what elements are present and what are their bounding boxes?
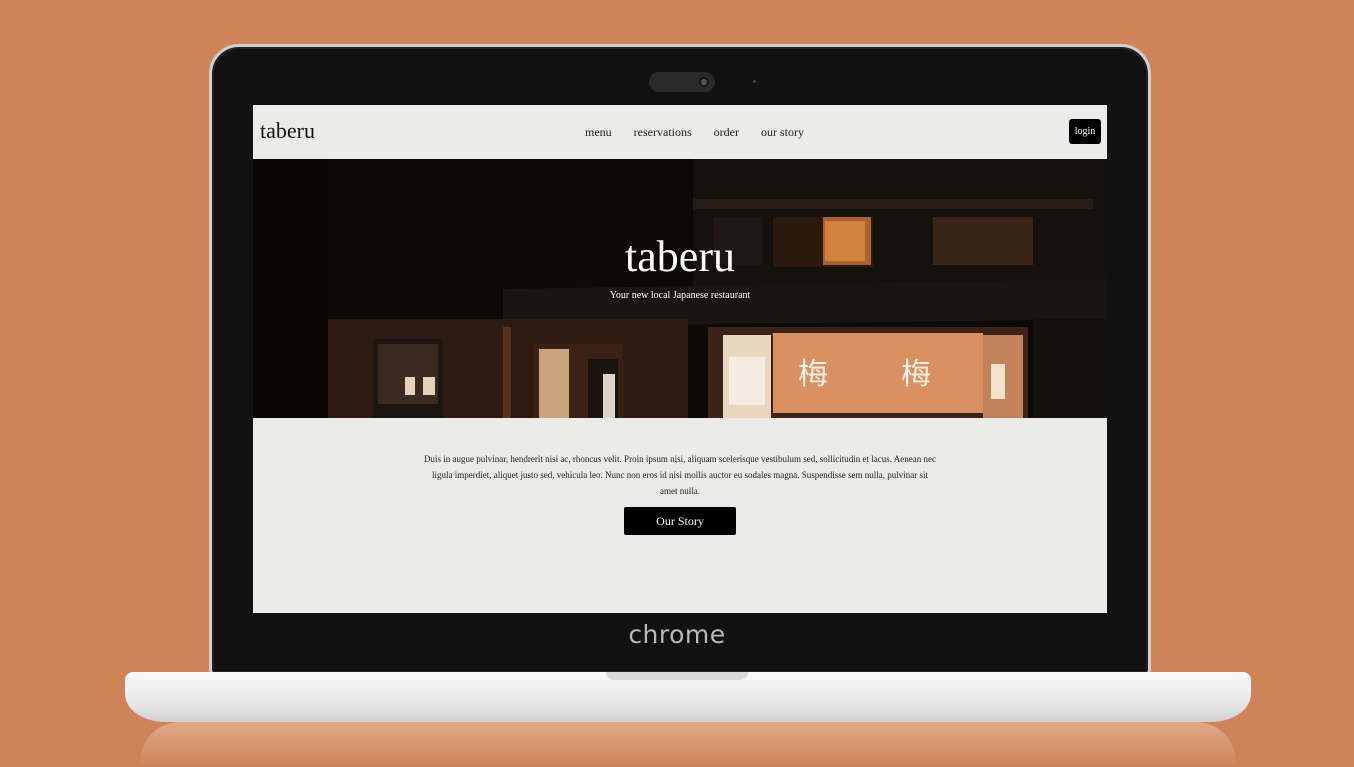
site-navbar: taberu menu reservations order our story…: [253, 105, 1107, 159]
svg-text:梅: 梅: [901, 357, 931, 392]
light-sensor: [753, 80, 756, 83]
content-section: Duis in augue pulvinar, hendrerit nisi a…: [253, 418, 1107, 613]
nav-links: menu reservations order our story: [585, 125, 804, 140]
hero-title: taberu: [625, 232, 735, 281]
storefront-photo: 梅 梅: [253, 159, 1107, 418]
site-logo[interactable]: taberu: [260, 118, 315, 144]
nav-item-order[interactable]: order: [714, 125, 739, 140]
nav-item-our-story[interactable]: our story: [761, 125, 804, 140]
nav-item-reservations[interactable]: reservations: [634, 125, 692, 140]
laptop-reflection: [140, 722, 1236, 767]
webcam-lens: [699, 77, 709, 87]
login-button[interactable]: login: [1069, 119, 1101, 144]
our-story-button[interactable]: Our Story: [624, 507, 736, 535]
nav-item-menu[interactable]: menu: [585, 125, 612, 140]
hero-banner: 梅 梅 taberu Your new local Japanese resta…: [253, 159, 1107, 418]
device-brand-label: chrome: [628, 620, 726, 649]
browser-screen: taberu menu reservations order our story…: [253, 105, 1107, 613]
intro-paragraph: Duis in augue pulvinar, hendrerit nisi a…: [423, 454, 937, 496]
svg-text:梅: 梅: [798, 357, 828, 392]
hero-subtitle: Your new local Japanese restaurant: [609, 290, 751, 301]
laptop-hinge-notch: [606, 672, 748, 680]
